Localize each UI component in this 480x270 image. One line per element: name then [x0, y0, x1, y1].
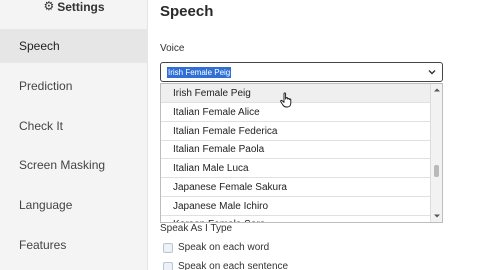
- voice-option[interactable]: Japanese Male Ichiro: [161, 197, 430, 216]
- voice-option[interactable]: Italian Female Alice: [161, 103, 430, 122]
- voice-option[interactable]: Italian Female Paola: [161, 140, 430, 159]
- voice-option[interactable]: Korean Female Sora: [161, 215, 430, 223]
- sidebar-title: Settings: [57, 0, 105, 14]
- sidebar-item-label: Language: [19, 198, 73, 212]
- sidebar-item-check-it[interactable]: Check It: [0, 109, 148, 143]
- dropdown-scrollbar[interactable]: [430, 84, 442, 222]
- voice-select-value: Irish Female Peig: [167, 67, 232, 78]
- voice-option[interactable]: Irish Female Peig: [161, 84, 430, 103]
- sidebar-item-screen-masking[interactable]: Screen Masking: [0, 148, 148, 182]
- speak-on-each-sentence-label: Speak on each sentence: [178, 261, 289, 270]
- scroll-up-arrow-icon[interactable]: [433, 86, 441, 94]
- sidebar-item-label: Check It: [19, 119, 64, 133]
- page-title: Speech: [160, 3, 214, 20]
- scroll-thumb[interactable]: [434, 165, 439, 177]
- speak-on-each-sentence-option[interactable]: Speak on each sentence: [163, 261, 288, 270]
- chevron-down-icon: [428, 70, 436, 75]
- sidebar-item-label: Speech: [19, 39, 60, 53]
- voice-option[interactable]: Japanese Female Sakura: [161, 178, 430, 197]
- sidebar-item-label: Features: [19, 238, 67, 252]
- voice-select[interactable]: Irish Female Peig: [160, 62, 443, 82]
- voice-label: Voice: [160, 43, 185, 54]
- sidebar-header: ⚙ Settings: [0, 0, 148, 14]
- sidebar-item-prediction[interactable]: Prediction: [0, 69, 148, 103]
- speak-on-each-word-label: Speak on each word: [178, 242, 270, 253]
- sidebar-item-label: Prediction: [19, 79, 73, 93]
- sidebar-item-label: Screen Masking: [19, 158, 106, 172]
- voice-option[interactable]: Italian Female Federica: [161, 122, 430, 141]
- voice-option[interactable]: Italian Male Luca: [161, 159, 430, 178]
- sidebar-item-features[interactable]: Features: [0, 228, 148, 262]
- gear-icon: ⚙: [43, 0, 55, 13]
- voice-dropdown-list[interactable]: Irish Female Peig Italian Female Alice I…: [160, 83, 443, 223]
- speak-on-each-word-checkbox[interactable]: [163, 242, 173, 253]
- speech-settings-panel: Speech Voice Irish Female Peig Irish Fem…: [148, 0, 480, 270]
- sidebar-item-speech[interactable]: Speech: [0, 29, 148, 63]
- speak-on-each-sentence-checkbox[interactable]: [163, 261, 173, 270]
- settings-sidebar: ⚙ Settings Speech Prediction Check It Sc…: [0, 0, 148, 270]
- sidebar-item-language[interactable]: Language: [0, 188, 148, 222]
- hand-pointer-icon: [280, 92, 292, 108]
- speak-on-each-word-option[interactable]: Speak on each word: [163, 242, 269, 253]
- speak-as-i-type-label: Speak As I Type: [160, 223, 233, 234]
- scroll-down-arrow-icon[interactable]: [433, 212, 441, 220]
